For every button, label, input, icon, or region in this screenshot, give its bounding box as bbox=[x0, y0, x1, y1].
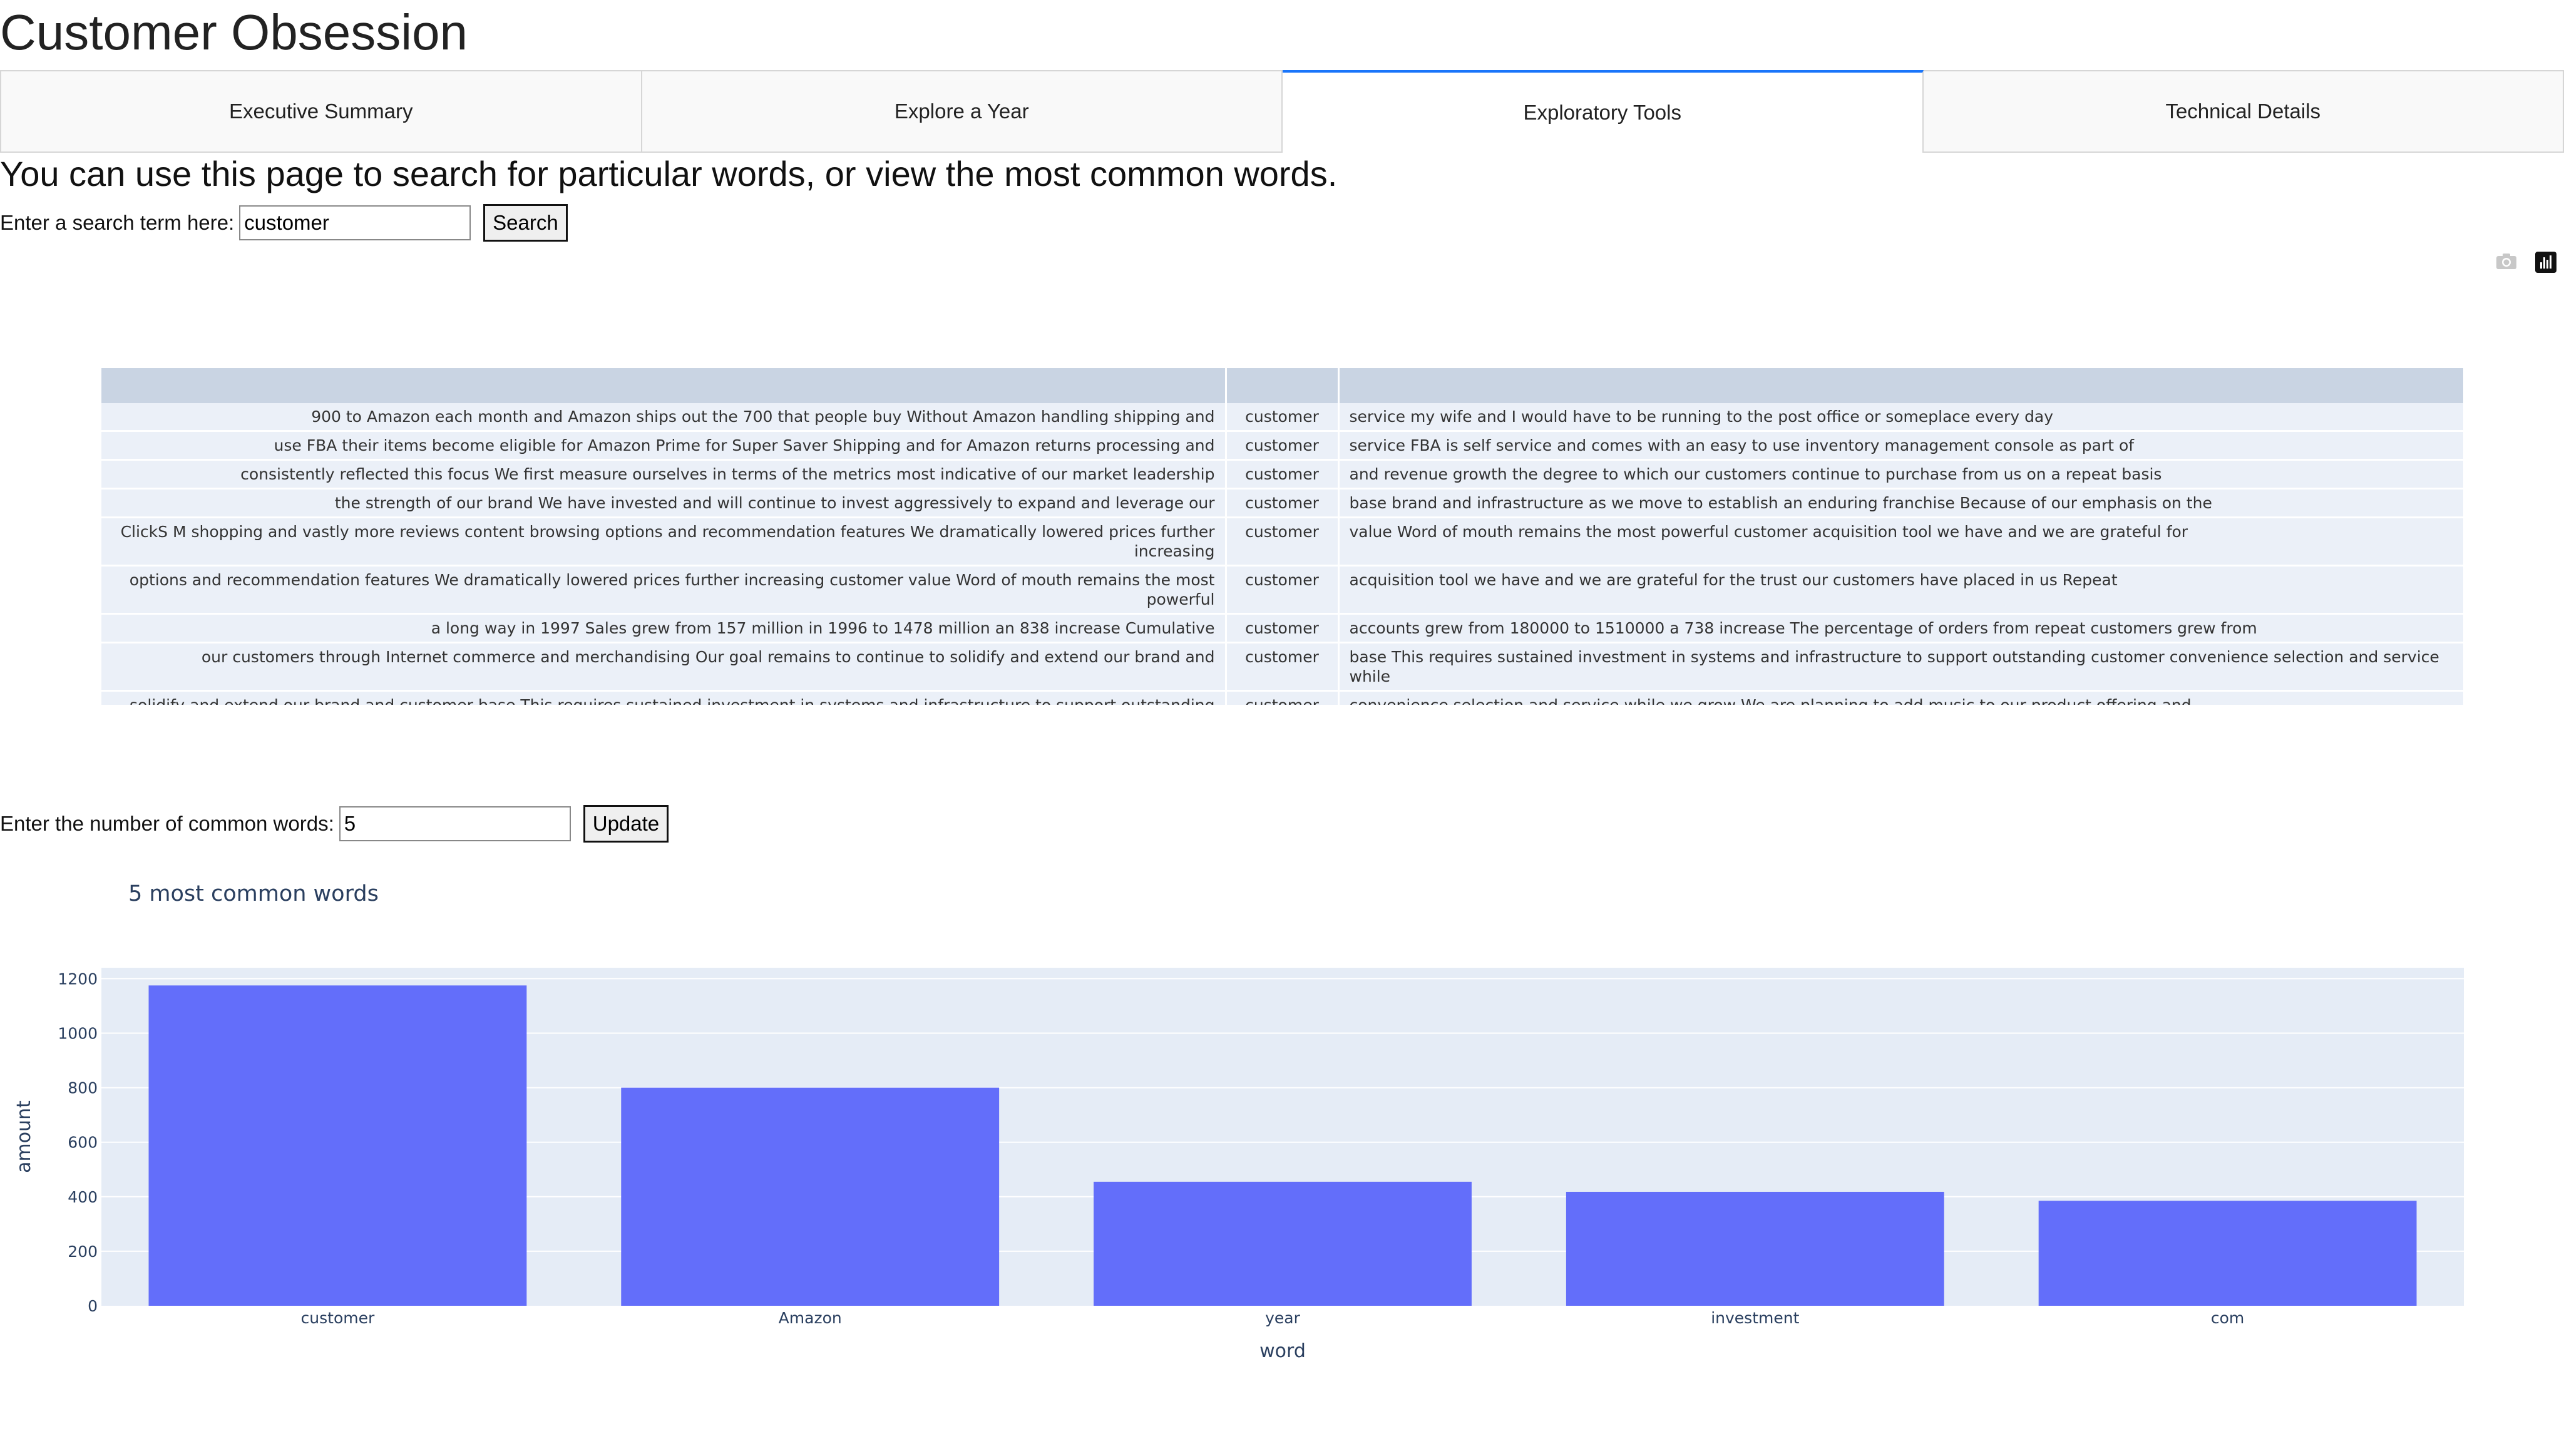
tab-bar: Executive Summary Explore a Year Explora… bbox=[0, 70, 2564, 153]
table-row: consistently reflected this focus We fir… bbox=[101, 459, 2464, 490]
bar bbox=[621, 1087, 1000, 1306]
update-button[interactable]: Update bbox=[583, 805, 669, 843]
keyword-cell: customer bbox=[1226, 431, 1340, 461]
kwic-table: 900 to Amazon each month and Amazon ship… bbox=[101, 368, 2464, 705]
context-left-cell: consistently reflected this focus We fir… bbox=[101, 459, 1227, 490]
y-tick-label: 0 bbox=[88, 1297, 98, 1315]
x-tick-label: investment bbox=[1711, 1309, 1799, 1327]
tab-technical-details[interactable]: Technical Details bbox=[1923, 70, 2564, 153]
table-header-cell bbox=[1226, 368, 1340, 403]
context-left-cell: 900 to Amazon each month and Amazon ship… bbox=[101, 403, 1227, 432]
context-right-cell: service my wife and I would have to be r… bbox=[1338, 403, 2464, 432]
context-left-cell: our customers through Internet commerce … bbox=[101, 642, 1227, 692]
y-tick-label: 600 bbox=[68, 1134, 98, 1152]
context-left-cell: the strength of our brand We have invest… bbox=[101, 488, 1227, 518]
camera-icon[interactable] bbox=[2495, 252, 2518, 274]
common-words-row: Enter the number of common words: Update bbox=[0, 805, 669, 843]
search-row: Enter a search term here: Search bbox=[0, 204, 568, 242]
context-right-cell: convenience selection and service while … bbox=[1338, 690, 2464, 705]
x-tick-label: Amazon bbox=[779, 1309, 842, 1327]
bar bbox=[148, 985, 527, 1306]
tab-explore-a-year[interactable]: Explore a Year bbox=[642, 70, 1283, 153]
y-tick-label: 200 bbox=[68, 1243, 98, 1261]
search-input[interactable] bbox=[239, 205, 471, 240]
bar bbox=[2038, 1201, 2417, 1306]
keyword-cell: customer bbox=[1226, 517, 1340, 567]
table-row: 900 to Amazon each month and Amazon ship… bbox=[101, 403, 2464, 432]
app-title: Customer Obsession bbox=[0, 4, 468, 60]
context-right-cell: service FBA is self service and comes wi… bbox=[1338, 431, 2464, 461]
keyword-cell: customer bbox=[1226, 459, 1340, 490]
y-tick-label: 1200 bbox=[58, 970, 98, 988]
context-left-cell: use FBA their items become eligible for … bbox=[101, 431, 1227, 461]
keyword-cell: customer bbox=[1226, 488, 1340, 518]
x-tick-label: com bbox=[2211, 1309, 2244, 1327]
context-right-cell: and revenue growth the degree to which o… bbox=[1338, 459, 2464, 490]
keyword-cell: customer bbox=[1226, 403, 1340, 432]
context-left-cell: solidify and extend our brand and custom… bbox=[101, 690, 1227, 705]
bar-chart: 0 200 400 600 800 1000 1200 customer Amazon year i… bbox=[13, 968, 2464, 1362]
y-tick-label: 400 bbox=[68, 1188, 98, 1206]
keyword-cell: customer bbox=[1226, 613, 1340, 643]
table-row: options and recommendation features We d… bbox=[101, 565, 2464, 615]
context-left-cell: ClickS M shopping and vastly more review… bbox=[101, 517, 1227, 567]
context-right-cell: value Word of mouth remains the most pow… bbox=[1338, 517, 2464, 567]
y-tick-label: 800 bbox=[68, 1079, 98, 1097]
x-tick-label: customer bbox=[301, 1309, 375, 1327]
keyword-cell: customer bbox=[1226, 642, 1340, 692]
table-row: use FBA their items become eligible for … bbox=[101, 431, 2464, 461]
context-left-cell: a long way in 1997 Sales grew from 157 m… bbox=[101, 613, 1227, 643]
search-button[interactable]: Search bbox=[483, 204, 568, 242]
x-tick-label: year bbox=[1265, 1309, 1300, 1327]
context-right-cell: base brand and infrastructure as we move… bbox=[1338, 488, 2464, 518]
tab-exploratory-tools[interactable]: Exploratory Tools bbox=[1283, 70, 1924, 153]
page-subtitle: You can use this page to search for part… bbox=[0, 154, 1338, 193]
table-header-cell bbox=[101, 368, 1227, 403]
keyword-cell: customer bbox=[1226, 690, 1340, 705]
common-words-input[interactable] bbox=[339, 806, 571, 841]
keyword-cell: customer bbox=[1226, 565, 1340, 615]
plotly-logo-icon[interactable] bbox=[2535, 252, 2556, 276]
table-header-cell bbox=[1338, 368, 2464, 403]
y-tick-label: 1000 bbox=[58, 1025, 98, 1043]
chart-title: 5 most common words bbox=[128, 881, 379, 906]
table-row: a long way in 1997 Sales grew from 157 m… bbox=[101, 613, 2464, 643]
context-right-cell: base This requires sustained investment … bbox=[1338, 642, 2464, 692]
table-row: the strength of our brand We have invest… bbox=[101, 488, 2464, 518]
table-row: solidify and extend our brand and custom… bbox=[101, 690, 2464, 705]
table-row: our customers through Internet commerce … bbox=[101, 642, 2464, 692]
common-words-label: Enter the number of common words: bbox=[0, 812, 334, 835]
context-right-cell: accounts grew from 180000 to 1510000 a 7… bbox=[1338, 613, 2464, 643]
context-right-cell: acquisition tool we have and we are grat… bbox=[1338, 565, 2464, 615]
x-axis-title: word bbox=[1259, 1340, 1306, 1362]
search-label: Enter a search term here: bbox=[0, 211, 235, 234]
context-left-cell: options and recommendation features We d… bbox=[101, 565, 1227, 615]
table-header-row bbox=[101, 368, 2464, 403]
y-axis-title: amount bbox=[13, 1100, 35, 1173]
bar bbox=[1094, 1181, 1472, 1306]
table-row: ClickS M shopping and vastly more review… bbox=[101, 517, 2464, 567]
bar bbox=[1566, 1191, 1944, 1306]
tab-executive-summary[interactable]: Executive Summary bbox=[0, 70, 642, 153]
